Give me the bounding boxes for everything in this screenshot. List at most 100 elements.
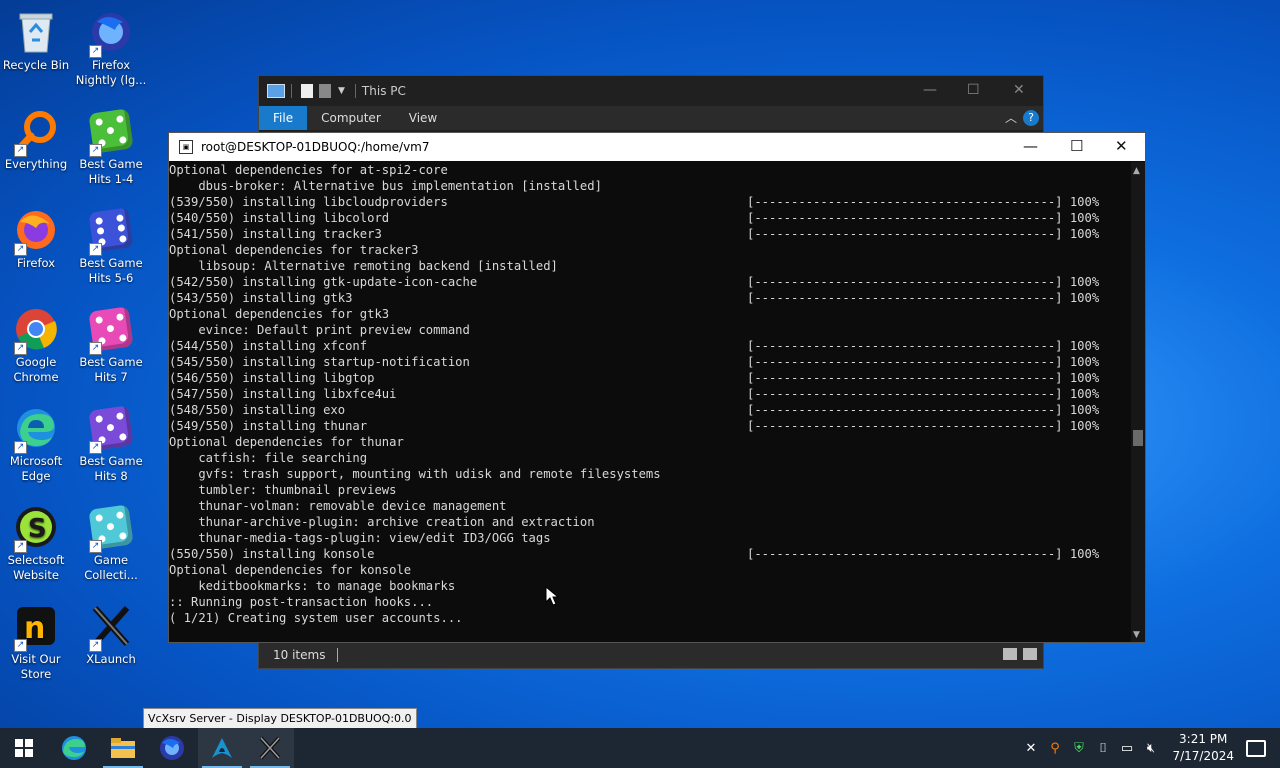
shortcut-arrow-icon: ↗ (14, 639, 27, 652)
taskbar-xlaunch[interactable] (246, 728, 294, 768)
maximize-icon[interactable]: ☐ (967, 82, 980, 98)
maximize-icon[interactable]: ☐ (1070, 137, 1083, 155)
desktop-icon-xlaunch[interactable]: ↗ XLaunch (75, 602, 147, 667)
desktop-icon-microsoft-edge[interactable]: ↗ Microsoft Edge (0, 404, 72, 484)
terminal-line: (547/550) installing libxfce4ui [--------… (169, 386, 1131, 402)
taskbar-clock[interactable]: 3:21 PM 7/17/2024 (1172, 731, 1234, 765)
explorer-titlebar[interactable]: ▼ This PC — ☐ ✕ (259, 76, 1043, 106)
terminal-line-text: (541/550) installing tracker3 (169, 227, 382, 241)
minimize-icon[interactable]: — (923, 82, 937, 98)
tab-file[interactable]: File (259, 106, 308, 130)
tab-computer[interactable]: Computer (307, 106, 395, 130)
terminal-line-text: evince: Default print preview command (169, 323, 470, 337)
progress-bar-text: [---------------------------------------… (747, 371, 1100, 385)
terminal-scrollbar[interactable]: ▲ ▼ (1131, 162, 1145, 642)
start-icon (15, 739, 33, 757)
firefox-icon (160, 736, 184, 760)
shortcut-arrow-icon: ↗ (89, 540, 102, 553)
taskbar-file-explorer[interactable] (99, 728, 147, 768)
shortcut-arrow-icon: ↗ (89, 639, 102, 652)
close-icon[interactable]: ✕ (1115, 137, 1128, 155)
minimize-icon[interactable]: — (1023, 137, 1038, 155)
terminal-line-text: (545/550) installing startup-notificatio… (169, 355, 470, 369)
desktop-icon-game-collection[interactable]: ↗ Game Collecti... (75, 503, 147, 583)
desktop-icon-firefox-nightly[interactable]: ↗ Firefox Nightly (lg... (75, 8, 147, 88)
file-explorer-icon (111, 738, 135, 758)
tray-xserver-icon[interactable]: ✕ (1020, 728, 1042, 768)
svg-text:S: S (28, 514, 47, 544)
tray-network-icon[interactable]: ▭ (1116, 728, 1138, 768)
close-icon[interactable]: ✕ (1013, 82, 1025, 98)
start-button[interactable] (0, 728, 48, 768)
selectsoft-icon: S ↗ (12, 503, 60, 553)
details-view-icon[interactable] (1003, 648, 1017, 660)
divider (354, 84, 356, 98)
notification-center-icon[interactable] (1246, 740, 1266, 757)
progress-bar-text: [---------------------------------------… (747, 547, 1100, 561)
firefox-nightly-icon: ↗ (87, 8, 135, 58)
tray-security-icon[interactable]: ⛨ (1068, 728, 1090, 768)
chevron-up-icon[interactable]: ︿ (1005, 109, 1017, 126)
chrome-icon: ↗ (12, 305, 60, 355)
scroll-down-icon[interactable]: ▼ (1133, 630, 1140, 640)
firefox-icon: ↗ (12, 206, 60, 256)
explorer-title: This PC (361, 84, 406, 98)
new-folder-icon[interactable] (319, 84, 331, 98)
desktop-icon-everything[interactable]: ↗ Everything (0, 107, 72, 172)
explorer-ribbon: File Computer View ︿ ? (259, 106, 1043, 130)
terminal-line: Optional dependencies for konsole (169, 562, 1131, 578)
terminal-icon: ▣ (179, 140, 193, 154)
desktop-icon-firefox[interactable]: ↗ Firefox (0, 206, 72, 271)
terminal-line: Optional dependencies for gtk3 (169, 306, 1131, 322)
desktop-icon-google-chrome[interactable]: ↗ Google Chrome (0, 305, 72, 385)
large-icons-view-icon[interactable] (1023, 648, 1037, 660)
terminal-output[interactable]: Optional dependencies for at-spi2-core d… (169, 162, 1131, 642)
taskbar-edge[interactable] (50, 728, 98, 768)
terminal-line: Optional dependencies for thunar (169, 434, 1131, 450)
clock-date: 7/17/2024 (1172, 749, 1234, 763)
tab-view[interactable]: View (395, 106, 451, 130)
scroll-up-icon[interactable]: ▲ (1133, 166, 1140, 176)
taskbar-arch-terminal[interactable] (198, 728, 246, 768)
terminal-line: (544/550) installing xfconf [------------… (169, 338, 1131, 354)
shortcut-arrow-icon: ↗ (14, 243, 27, 256)
tray-usb-icon[interactable]: ⌷ (1092, 728, 1114, 768)
scrollbar-thumb[interactable] (1133, 430, 1143, 446)
terminal-line: (539/550) installing libcloudproviders [-… (169, 194, 1131, 210)
terminal-line: Optional dependencies for at-spi2-core (169, 162, 1131, 178)
tray-everything-icon[interactable]: ⚲ (1044, 728, 1066, 768)
terminal-line: libsoup: Alternative remoting backend [i… (169, 258, 1131, 274)
progress-bar-text: [---------------------------------------… (747, 403, 1100, 417)
tray-volume-muted-icon[interactable]: 🔇︎ (1140, 728, 1162, 768)
terminal-titlebar[interactable]: ▣ root@DESKTOP-01DBUOQ:/home/vm7 — ☐ ✕ (169, 133, 1145, 161)
desktop-icon-selectsoft-website[interactable]: S ↗ Selectsoft Website (0, 503, 72, 583)
terminal-line-text: tumbler: thumbnail previews (169, 483, 397, 497)
shortcut-arrow-icon: ↗ (89, 144, 102, 157)
desktop-icon-best-game-hits-7[interactable]: ↗ Best Game Hits 7 (75, 305, 147, 385)
terminal-line-text: (544/550) installing xfconf (169, 339, 368, 353)
taskbar-tooltip: VcXsrv Server - Display DESKTOP-01DBUOQ:… (143, 708, 417, 729)
progress-bar-text: [---------------------------------------… (747, 419, 1100, 433)
progress-bar-text: [---------------------------------------… (747, 291, 1100, 305)
progress-bar-text: [---------------------------------------… (747, 195, 1100, 209)
terminal-line: (548/550) installing exo [---------------… (169, 402, 1131, 418)
terminal-window[interactable]: ▣ root@DESKTOP-01DBUOQ:/home/vm7 — ☐ ✕ O… (168, 132, 1146, 643)
desktop-icon-best-game-hits-5-6[interactable]: ↗ Best Game Hits 5-6 (75, 206, 147, 286)
desktop-icon-best-game-hits-8[interactable]: ↗ Best Game Hits 8 (75, 404, 147, 484)
terminal-line-text: (540/550) installing libcolord (169, 211, 390, 225)
quick-access-dropdown-icon[interactable]: ▼ (338, 86, 345, 96)
terminal-line-text: thunar-volman: removable device manageme… (169, 499, 507, 513)
terminal-line: Optional dependencies for tracker3 (169, 242, 1131, 258)
divider (291, 84, 292, 98)
terminal-line: catfish: file searching (169, 450, 1131, 466)
taskbar-firefox[interactable] (148, 728, 196, 768)
progress-bar-text: [---------------------------------------… (747, 211, 1100, 225)
desktop-icon-recycle-bin[interactable]: Recycle Bin (0, 8, 72, 73)
help-icon[interactable]: ? (1023, 110, 1039, 126)
terminal-line: thunar-volman: removable device manageme… (169, 498, 1131, 514)
view-toggle (1003, 648, 1037, 660)
desktop-icon-label: Google Chrome (13, 355, 59, 384)
properties-icon[interactable] (301, 84, 313, 98)
desktop-icon-visit-our-store[interactable]: n ↗ Visit Our Store (0, 602, 72, 682)
desktop-icon-best-game-hits-1-4[interactable]: ↗ Best Game Hits 1-4 (75, 107, 147, 187)
